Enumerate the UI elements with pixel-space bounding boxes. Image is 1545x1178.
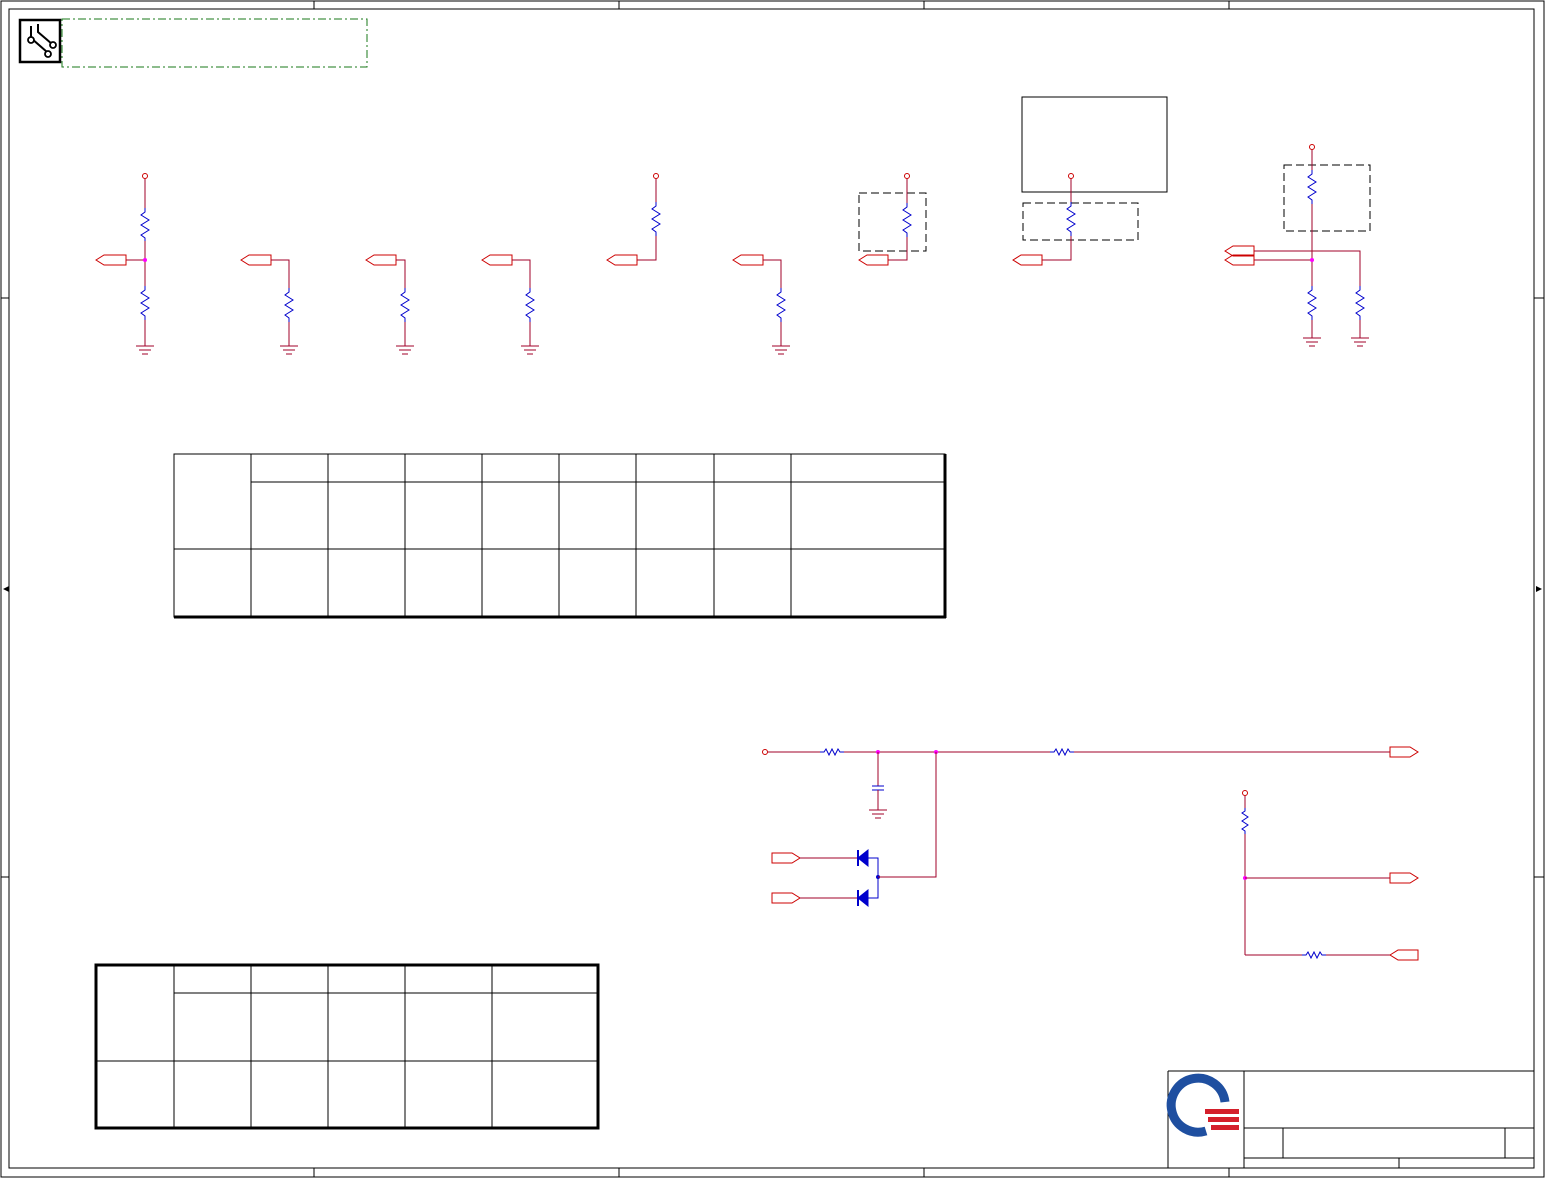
pulldown-network-2 — [240, 254, 298, 355]
id-table — [94, 963, 600, 1130]
pulldown-network-3 — [365, 254, 414, 355]
reset-circuit — [762, 746, 1419, 961]
zone-arrow-left — [3, 586, 9, 592]
strap-table — [173, 453, 947, 619]
pullup-network-8 — [1012, 96, 1168, 266]
pullup-network-5 — [606, 173, 661, 266]
sheet-border — [0, 0, 1545, 1178]
company-logo-icon — [1166, 1073, 1239, 1137]
zone-arrow-right — [1536, 586, 1542, 592]
schematic-sheet — [0, 0, 1545, 1178]
pulldown-network-6 — [732, 254, 790, 355]
divider-network-9 — [1224, 144, 1371, 347]
pulldown-network-4 — [481, 254, 539, 355]
divider-network-1 — [95, 173, 154, 355]
pullup-network-7 — [858, 173, 927, 266]
pcb-trace-icon — [18, 18, 62, 64]
title-frame — [61, 18, 368, 68]
strap-circuits — [95, 96, 1371, 355]
